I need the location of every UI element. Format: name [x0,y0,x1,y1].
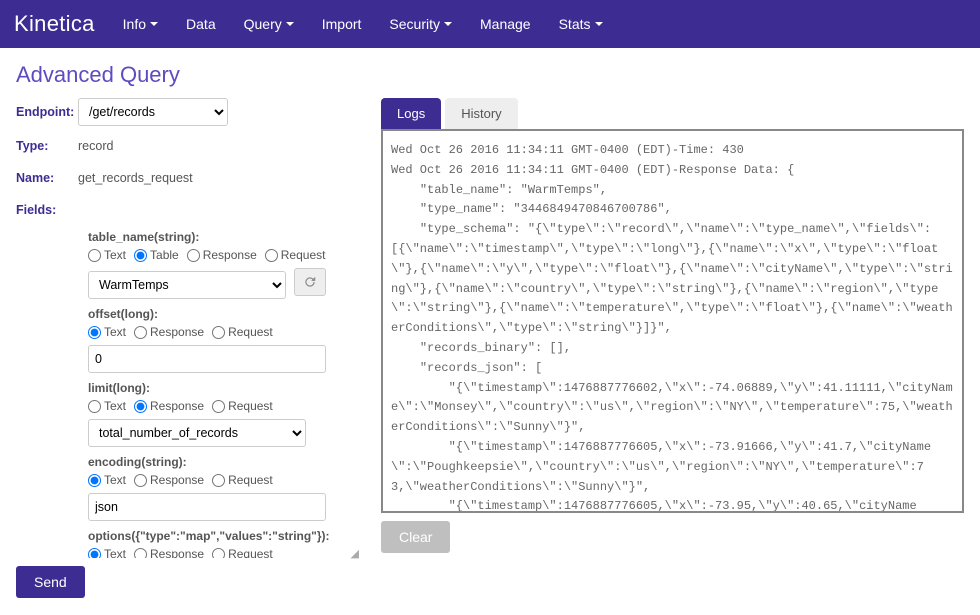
radio-request[interactable] [212,400,225,413]
nav-query[interactable]: Query [244,16,294,32]
caret-icon [595,22,603,26]
type-value: record [78,139,113,153]
caret-icon [286,22,294,26]
page-title: Advanced Query [0,48,980,98]
field-table-name: table_name(string): Text Table Response … [88,230,353,299]
options-radios: Text Response Request [88,547,353,558]
radio-response[interactable] [134,548,147,559]
name-value: get_records_request [78,171,193,185]
tab-history[interactable]: History [445,98,517,129]
endpoint-label: Endpoint: [16,105,78,119]
fields-label: Fields: [16,203,78,217]
top-navbar: Kinetica Info Data Query Import Security… [0,0,980,48]
field-options: options({"type":"map","values":"string"}… [88,529,353,558]
caret-icon [150,22,158,26]
radio-response[interactable] [187,249,200,262]
results-panel: Logs History Wed Oct 26 2016 11:34:11 GM… [361,98,964,558]
log-output[interactable]: Wed Oct 26 2016 11:34:11 GMT-0400 (EDT)-… [381,129,964,513]
radio-table[interactable] [134,249,147,262]
nav-stats[interactable]: Stats [559,16,603,32]
query-form-scroll[interactable]: Endpoint: /get/records Type: record Name… [16,98,361,558]
radio-response[interactable] [134,400,147,413]
field-limit: limit(long): Text Response Request total… [88,381,353,447]
radio-request[interactable] [212,326,225,339]
nav-security[interactable]: Security [389,16,452,32]
brand-logo[interactable]: Kinetica [14,11,95,37]
nav-import[interactable]: Import [322,16,362,32]
limit-radios: Text Response Request [88,399,353,413]
radio-text[interactable] [88,474,101,487]
name-label: Name: [16,171,78,185]
refresh-button[interactable] [294,268,326,296]
type-label: Type: [16,139,78,153]
offset-radios: Text Response Request [88,325,353,339]
nav-data[interactable]: Data [186,16,216,32]
refresh-icon [303,275,317,289]
radio-request[interactable] [265,249,278,262]
field-encoding: encoding(string): Text Response Request [88,455,353,521]
radio-text[interactable] [88,326,101,339]
radio-text[interactable] [88,400,101,413]
radio-request[interactable] [212,474,225,487]
nav-manage[interactable]: Manage [480,16,531,32]
radio-request[interactable] [212,548,225,559]
offset-input[interactable] [88,345,326,373]
radio-response[interactable] [134,474,147,487]
tab-logs[interactable]: Logs [381,98,441,129]
resize-grip-icon[interactable]: ◢ [351,547,359,560]
encoding-radios: Text Response Request [88,473,353,487]
nav-info[interactable]: Info [123,16,158,32]
limit-select[interactable]: total_number_of_records [88,419,306,447]
field-offset: offset(long): Text Response Request [88,307,353,373]
query-form-panel: Endpoint: /get/records Type: record Name… [16,98,361,558]
endpoint-select[interactable]: /get/records [78,98,228,126]
table-name-radios: Text Table Response Request [88,248,353,262]
caret-icon [444,22,452,26]
encoding-input[interactable] [88,493,326,521]
radio-response[interactable] [134,326,147,339]
table-name-select[interactable]: WarmTemps [88,271,286,299]
clear-button[interactable]: Clear [381,521,450,553]
radio-text[interactable] [88,548,101,559]
radio-text[interactable] [88,249,101,262]
tabs: Logs History [381,98,964,129]
send-button[interactable]: Send [16,566,85,598]
